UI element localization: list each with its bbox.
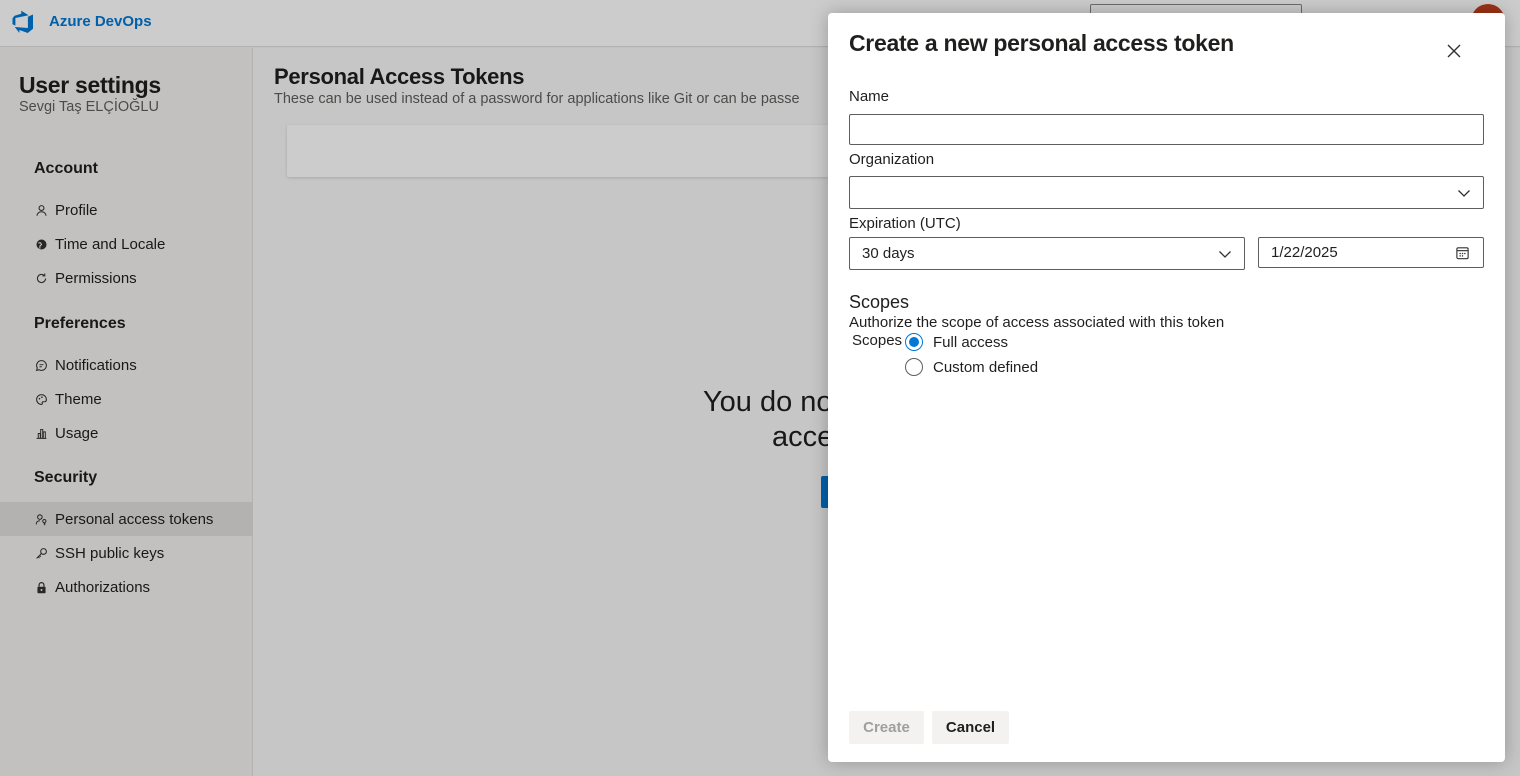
radio-button-selected[interactable] — [905, 333, 923, 351]
create-token-panel: Create a new personal access token Name … — [828, 13, 1505, 762]
scope-option-label: Custom defined — [933, 358, 1039, 376]
chevron-down-icon — [1219, 250, 1231, 258]
scope-option-custom-defined[interactable]: Custom defined — [905, 357, 1038, 377]
organization-dropdown[interactable] — [849, 176, 1484, 209]
scopes-label: Scopes — [852, 332, 903, 349]
close-button[interactable] — [1440, 37, 1468, 65]
name-label: Name — [849, 88, 890, 105]
scopes-heading: Scopes — [849, 292, 910, 312]
expiration-date-value: 1/22/2025 — [1271, 244, 1338, 261]
close-icon — [1447, 44, 1461, 58]
cancel-button[interactable]: Cancel — [932, 711, 1009, 744]
scope-option-full-access[interactable]: Full access — [905, 332, 1008, 352]
organization-label: Organization — [849, 151, 935, 168]
name-input[interactable] — [849, 114, 1484, 145]
chevron-down-icon — [1458, 189, 1470, 197]
panel-title: Create a new personal access token — [849, 30, 1234, 56]
expiration-dropdown[interactable]: 30 days — [849, 237, 1245, 270]
expiration-date-picker[interactable]: 1/22/2025 — [1258, 237, 1484, 268]
expiration-value: 30 days — [862, 245, 915, 262]
scope-option-label: Full access — [933, 333, 1009, 351]
scopes-description: Authorize the scope of access associated… — [849, 314, 1225, 331]
calendar-icon[interactable] — [1455, 245, 1470, 260]
expiration-label: Expiration (UTC) — [849, 215, 961, 232]
create-button[interactable]: Create — [849, 711, 924, 744]
radio-button[interactable] — [905, 358, 923, 376]
